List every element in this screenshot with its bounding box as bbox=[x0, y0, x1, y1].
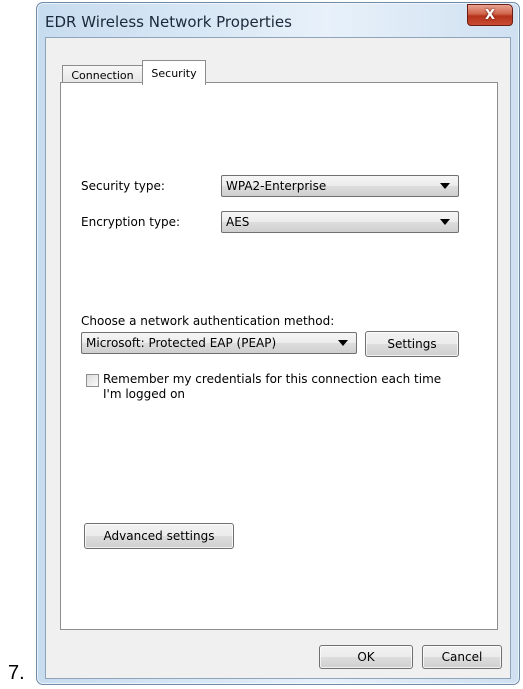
settings-button[interactable]: Settings bbox=[365, 331, 459, 357]
settings-button-label: Settings bbox=[387, 337, 437, 351]
tab-security[interactable]: Security bbox=[142, 60, 206, 85]
cancel-button[interactable]: Cancel bbox=[422, 645, 502, 669]
properties-dialog: EDR Wireless Network Properties X Connec… bbox=[36, 2, 520, 685]
security-tab-panel: Security type: WPA2-Enterprise Encryptio… bbox=[60, 82, 498, 630]
close-icon: X bbox=[484, 7, 496, 23]
auth-method-label: Choose a network authentication method: bbox=[81, 314, 335, 328]
encryption-type-dropdown[interactable]: AES bbox=[221, 211, 459, 233]
tab-security-label: Security bbox=[151, 66, 197, 80]
ok-button[interactable]: OK bbox=[319, 645, 413, 669]
auth-method-value: Microsoft: Protected EAP (PEAP) bbox=[86, 336, 277, 350]
auth-method-dropdown[interactable]: Microsoft: Protected EAP (PEAP) bbox=[81, 332, 357, 354]
chevron-down-icon bbox=[338, 340, 348, 346]
window-title: EDR Wireless Network Properties bbox=[45, 13, 292, 31]
cancel-button-label: Cancel bbox=[441, 650, 483, 664]
encryption-type-label: Encryption type: bbox=[81, 215, 181, 229]
security-type-value: WPA2-Enterprise bbox=[226, 179, 327, 193]
remember-credentials-checkbox[interactable] bbox=[86, 374, 99, 387]
security-type-dropdown[interactable]: WPA2-Enterprise bbox=[221, 175, 459, 197]
security-type-label: Security type: bbox=[81, 179, 165, 193]
tab-connection-label: Connection bbox=[71, 68, 134, 82]
encryption-type-value: AES bbox=[226, 215, 250, 229]
advanced-settings-label: Advanced settings bbox=[103, 529, 215, 543]
close-button[interactable]: X bbox=[467, 4, 513, 26]
advanced-settings-button[interactable]: Advanced settings bbox=[84, 523, 234, 549]
remember-credentials-label: Remember my credentials for this connect… bbox=[103, 372, 442, 401]
ok-button-label: OK bbox=[357, 650, 375, 664]
chevron-down-icon bbox=[440, 183, 450, 189]
step-number: 7. bbox=[8, 662, 25, 684]
dialog-client-area: Connection Security Security type: WPA2-… bbox=[45, 37, 511, 679]
chevron-down-icon bbox=[440, 219, 450, 225]
